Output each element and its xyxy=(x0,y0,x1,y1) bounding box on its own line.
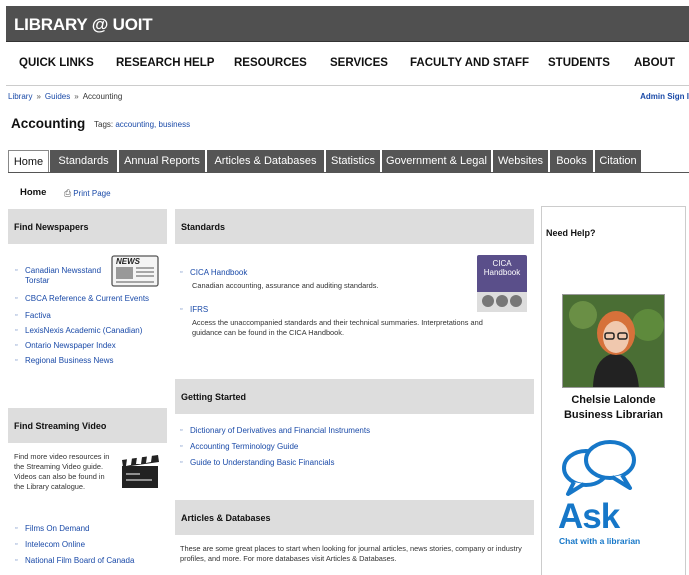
find-video-title: Find Streaming Video xyxy=(14,420,107,431)
getting-started-title: Getting Started xyxy=(181,391,247,402)
book-circle-icon xyxy=(482,295,494,307)
list-item[interactable]: IFRS xyxy=(180,305,480,315)
list-item[interactable]: Regional Business News xyxy=(15,356,165,366)
standards-item-name[interactable]: CICA Handbook xyxy=(190,268,247,277)
video-list: Films On Demand Intelecom Online Nationa… xyxy=(15,524,165,566)
breadcrumb-separator: » xyxy=(74,92,79,101)
articles-desc: These are some great places to start whe… xyxy=(180,544,522,563)
librarian-role: Business Librarian xyxy=(563,409,664,421)
list-item[interactable]: Films On Demand xyxy=(15,524,165,534)
tab-websites[interactable]: Websites xyxy=(493,150,549,172)
find-video-header: Find Streaming Video xyxy=(8,408,167,443)
cica-handbook-book-icon[interactable]: CICA Handbook xyxy=(477,255,527,312)
newspapers-list: Canadian Newsstand Torstar xyxy=(15,266,110,288)
news-badge: NEWS xyxy=(116,257,141,266)
nav-about[interactable]: ABOUT xyxy=(634,57,675,69)
book-footer xyxy=(477,292,527,312)
ask-chat-link[interactable]: Chat with a librarian xyxy=(559,536,640,546)
tab-articles-databases[interactable]: Articles & Databases xyxy=(207,150,325,172)
breadcrumb-separator: » xyxy=(36,92,41,101)
site-title[interactable]: LIBRARY @ UOIT xyxy=(14,15,153,35)
newspaper-icon: NEWS xyxy=(111,255,159,287)
list-item[interactable]: LexisNexis Academic (Canadian) xyxy=(15,326,165,336)
tab-annual-reports[interactable]: Annual Reports xyxy=(119,150,206,172)
list-item[interactable]: Accounting Terminology Guide xyxy=(180,442,520,452)
list-item[interactable]: CICA Handbook xyxy=(180,268,480,278)
tags-label: Tags: xyxy=(94,120,114,129)
getting-started-list: Dictionary of Derivatives and Financial … xyxy=(180,426,520,468)
breadcrumb-guides[interactable]: Guides xyxy=(45,92,70,101)
nav-resources[interactable]: RESOURCES xyxy=(234,57,307,69)
standards-item-name[interactable]: IFRS xyxy=(190,305,208,314)
list-item[interactable]: Intelecom Online xyxy=(15,540,165,550)
tags-links[interactable]: accounting, business xyxy=(115,120,190,129)
page-title: Accounting xyxy=(11,116,86,131)
tab-statistics[interactable]: Statistics xyxy=(326,150,381,172)
nav-faculty-and-staff[interactable]: FACULTY AND STAFF xyxy=(410,57,529,69)
newspapers-list-2: CBCA Reference & Current Events Factiva … xyxy=(15,294,165,366)
nav-services[interactable]: SERVICES xyxy=(330,57,388,69)
tab-divider xyxy=(8,172,689,173)
print-page-label: Print Page xyxy=(73,189,111,198)
printer-icon: ⎙ xyxy=(64,188,72,198)
admin-sign-in-link[interactable]: Admin Sign I xyxy=(640,92,689,101)
standards-item-desc: Access the unaccompanied standards and t… xyxy=(192,318,483,337)
tab-citation[interactable]: Citation xyxy=(595,150,642,172)
nav-quick-links[interactable]: QUICK LINKS xyxy=(19,57,94,69)
list-item[interactable]: Guide to Understanding Basic Financials xyxy=(180,458,520,468)
chat-bubbles-icon[interactable] xyxy=(560,436,640,500)
clapperboard-icon xyxy=(122,455,159,488)
book-circle-icon xyxy=(496,295,508,307)
subnav-home[interactable]: Home xyxy=(20,187,46,198)
list-item[interactable]: Dictionary of Derivatives and Financial … xyxy=(180,426,520,436)
find-newspapers-header: Find Newspapers xyxy=(8,209,167,244)
cica-book-label: CICA Handbook xyxy=(483,259,521,277)
need-help-title: Need Help? xyxy=(546,228,596,238)
librarian-photo xyxy=(562,294,665,388)
list-item[interactable]: CBCA Reference & Current Events xyxy=(15,294,165,304)
articles-header: Articles & Databases xyxy=(175,500,534,535)
articles-title: Articles & Databases xyxy=(181,512,271,523)
nav-research-help[interactable]: RESEARCH HELP xyxy=(116,57,214,69)
standards-title: Standards xyxy=(181,221,226,232)
list-item[interactable]: Factiva xyxy=(15,311,165,321)
breadcrumb: Library» Guides» Accounting xyxy=(8,92,122,101)
list-item[interactable]: Canadian Newsstand Torstar xyxy=(15,266,110,286)
tab-books[interactable]: Books xyxy=(550,150,594,172)
getting-started-header: Getting Started xyxy=(175,379,534,414)
ask-logo-text[interactable]: Ask xyxy=(558,497,620,537)
standards-header: Standards xyxy=(175,209,534,244)
standards-list: CICA Handbook xyxy=(180,268,480,278)
librarian-portrait xyxy=(563,295,664,387)
breadcrumb-current: Accounting xyxy=(82,92,123,101)
standards-item-desc: Canadian accounting, assurance and audit… xyxy=(192,281,379,290)
librarian-name: Chelsie Lalonde Business Librarian xyxy=(541,393,686,423)
find-newspapers-title: Find Newspapers xyxy=(14,221,89,232)
tags: Tags: accounting, business xyxy=(94,120,190,129)
book-circle-icon xyxy=(510,295,522,307)
breadcrumb-library[interactable]: Library xyxy=(8,92,32,101)
find-video-intro: Find more video resources in the Streami… xyxy=(14,452,110,491)
site-header: LIBRARY @ UOIT xyxy=(6,6,689,42)
nav-students[interactable]: STUDENTS xyxy=(548,57,610,69)
tab-home[interactable]: Home xyxy=(8,150,49,172)
tab-standards[interactable]: Standards xyxy=(50,150,118,172)
main-nav: QUICK LINKS RESEARCH HELP RESOURCES SERV… xyxy=(6,42,689,86)
standards-list-2: IFRS xyxy=(180,305,480,315)
print-page-link[interactable]: ⎙ Print Page xyxy=(64,188,111,199)
tab-government-legal[interactable]: Government & Legal xyxy=(382,150,492,172)
list-item[interactable]: Ontario Newspaper Index xyxy=(15,341,165,351)
list-item[interactable]: National Film Board of Canada xyxy=(15,556,165,566)
librarian-name-text: Chelsie Lalonde xyxy=(571,394,656,406)
